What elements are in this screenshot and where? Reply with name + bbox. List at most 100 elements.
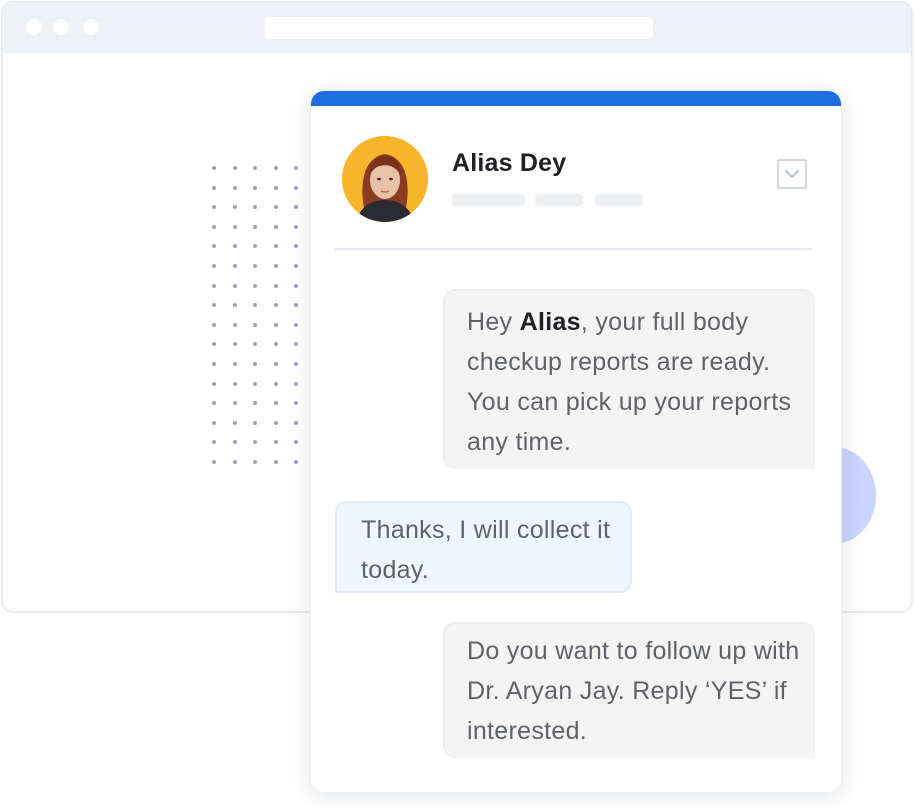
decorative-dot <box>273 166 278 170</box>
decorative-dot <box>212 420 216 425</box>
decorative-dot <box>212 459 216 464</box>
browser-titlebar <box>3 3 911 53</box>
contact-meta-placeholder <box>452 194 525 206</box>
decorative-dot <box>232 185 237 190</box>
decorative-dot <box>273 205 278 210</box>
decorative-dot <box>232 303 237 308</box>
decorative-dot <box>294 244 298 249</box>
decorative-dot <box>294 224 298 229</box>
decorative-dot <box>232 440 237 445</box>
decorative-dot <box>294 459 298 464</box>
decorative-dot <box>212 361 216 366</box>
decorative-dot <box>253 322 257 327</box>
decorative-dot <box>294 205 298 210</box>
decorative-dot <box>212 185 216 190</box>
decorative-dot <box>273 420 278 425</box>
decorative-dot <box>253 342 257 347</box>
decorative-dot <box>294 166 298 170</box>
decorative-dot <box>273 322 278 327</box>
decorative-dot <box>294 401 298 406</box>
decorative-dot <box>253 381 257 386</box>
decorative-dot <box>212 303 216 308</box>
profile-photo-icon <box>342 136 428 222</box>
decorative-dot <box>212 401 216 406</box>
decorative-dot <box>273 440 278 445</box>
decorative-dot <box>232 283 237 288</box>
decorative-dot <box>294 283 298 288</box>
decorative-dot <box>212 205 216 210</box>
decorative-dot <box>273 361 278 366</box>
window-close-dot[interactable] <box>26 19 42 35</box>
decorative-dot <box>232 459 237 464</box>
decorative-dot <box>294 420 298 425</box>
card-accent-bar <box>311 91 841 106</box>
decorative-dot <box>232 361 237 366</box>
decorative-dot <box>253 401 257 406</box>
decorative-dot <box>294 381 298 386</box>
decorative-dot <box>273 224 278 229</box>
message-highlight-name: Alias <box>519 308 581 336</box>
decorative-dot <box>253 166 257 170</box>
decorative-dot <box>253 283 257 288</box>
decorative-dot <box>294 185 298 190</box>
decorative-dot <box>212 322 216 327</box>
decorative-dot <box>273 263 278 268</box>
decorative-dot-grid <box>212 166 298 464</box>
decorative-dot <box>253 459 257 464</box>
decorative-dot <box>273 381 278 386</box>
decorative-dot <box>212 263 216 268</box>
decorative-dot <box>294 440 298 445</box>
contact-name: Alias Dey <box>452 149 567 177</box>
decorative-dot <box>273 283 278 288</box>
decorative-dot <box>232 381 237 386</box>
chat-card: Alias Dey Hey Alias, your full body chec… <box>310 90 842 793</box>
decorative-dot <box>253 303 257 308</box>
decorative-dot <box>212 224 216 229</box>
avatar <box>342 136 428 222</box>
decorative-dot <box>253 205 257 210</box>
decorative-dot <box>232 401 237 406</box>
chat-options-button[interactable] <box>777 159 807 189</box>
contact-meta-placeholder <box>535 194 583 206</box>
header-divider <box>335 248 812 250</box>
decorative-dot <box>232 342 237 347</box>
window-maximize-dot[interactable] <box>83 19 99 35</box>
decorative-dot <box>294 303 298 308</box>
decorative-dot <box>212 342 216 347</box>
decorative-dot <box>294 342 298 347</box>
decorative-dot <box>253 361 257 366</box>
decorative-dot <box>212 166 216 170</box>
chevron-down-icon <box>785 170 799 178</box>
decorative-dot <box>294 361 298 366</box>
decorative-dot <box>232 420 237 425</box>
decorative-dot <box>273 342 278 347</box>
window-minimize-dot[interactable] <box>53 19 69 35</box>
decorative-dot <box>253 440 257 445</box>
decorative-dot <box>273 459 278 464</box>
message-bubble-incoming: Hey Alias, your full body checkup report… <box>443 289 815 469</box>
contact-meta-placeholder <box>595 194 643 206</box>
decorative-dot <box>253 420 257 425</box>
decorative-dot <box>232 205 237 210</box>
decorative-dot <box>273 185 278 190</box>
decorative-dot <box>253 244 257 249</box>
address-bar[interactable] <box>265 17 653 39</box>
decorative-dot <box>253 263 257 268</box>
decorative-dot <box>273 401 278 406</box>
decorative-dot <box>253 224 257 229</box>
decorative-dot <box>232 244 237 249</box>
decorative-dot <box>212 283 216 288</box>
decorative-dot <box>232 166 237 170</box>
decorative-dot <box>212 440 216 445</box>
message-bubble-outgoing: Thanks, I will collect it today. <box>335 501 632 593</box>
decorative-dot <box>294 263 298 268</box>
decorative-dot <box>273 303 278 308</box>
decorative-dot <box>294 322 298 327</box>
message-bubble-incoming: Do you want to follow up with Dr. Aryan … <box>443 622 815 758</box>
decorative-dot <box>232 322 237 327</box>
decorative-dot <box>273 244 278 249</box>
decorative-dot <box>253 185 257 190</box>
decorative-dot <box>232 224 237 229</box>
message-text: Hey <box>467 308 520 336</box>
decorative-dot <box>212 381 216 386</box>
